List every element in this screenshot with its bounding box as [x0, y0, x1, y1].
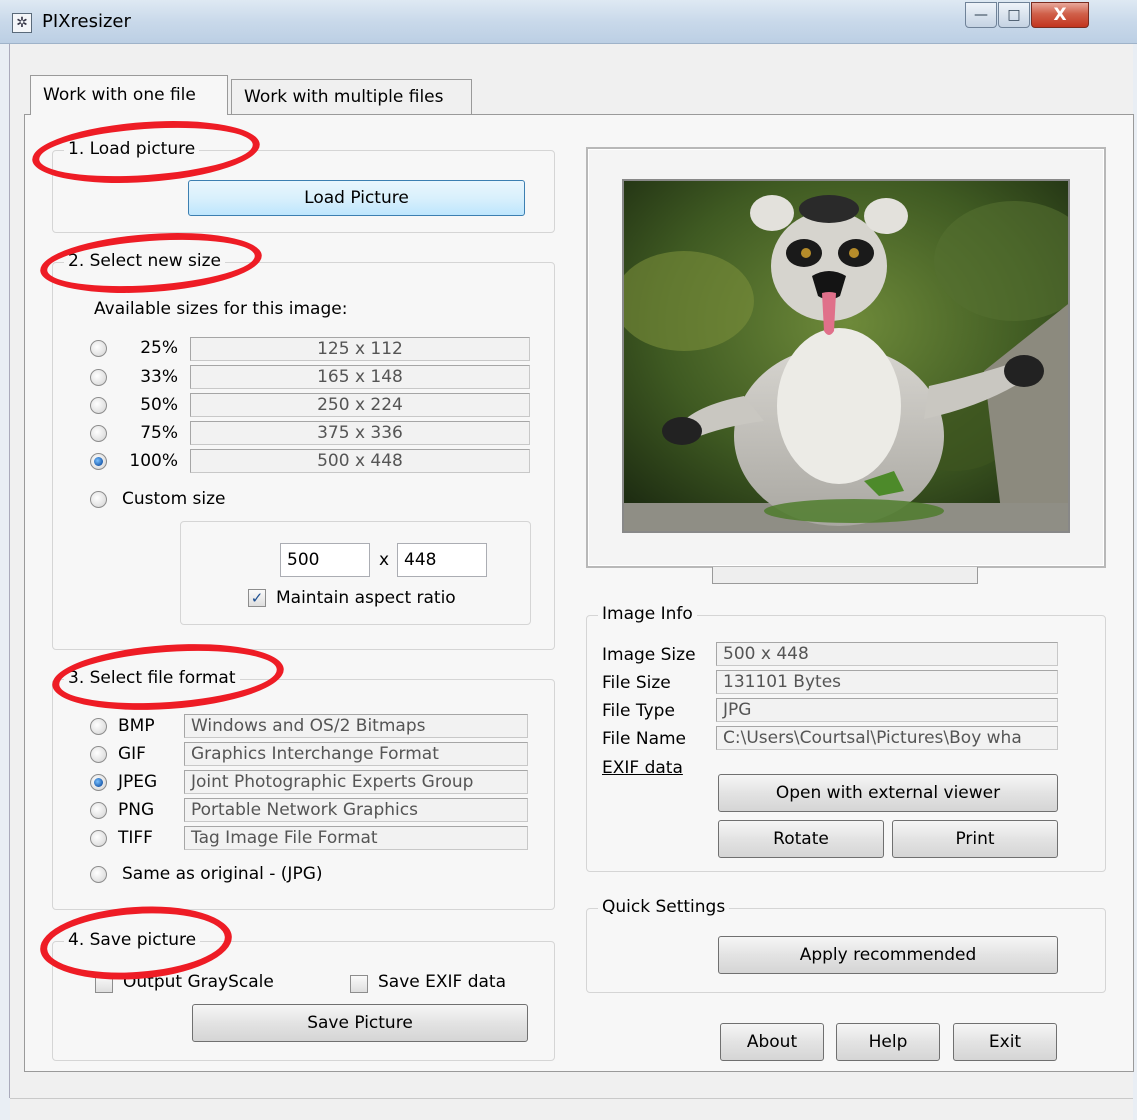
file-size-value: 131101 Bytes — [716, 670, 1058, 694]
format-same-as-original-radio[interactable] — [90, 866, 107, 883]
load-picture-button[interactable]: Load Picture — [188, 180, 525, 216]
close-button[interactable]: X — [1031, 2, 1089, 28]
tab-work-with-one-file[interactable]: Work with one file — [30, 75, 228, 115]
custom-width-input[interactable]: 500 — [280, 543, 370, 577]
format-png-description: Portable Network Graphics — [184, 798, 528, 822]
size-50-radio[interactable] — [90, 397, 107, 414]
format-jpeg-code: JPEG — [118, 772, 158, 792]
size-50-dimensions: 250 x 224 — [190, 393, 530, 417]
size-100-dimensions: 500 x 448 — [190, 449, 530, 473]
format-jpeg-radio[interactable] — [90, 774, 107, 791]
format-png-radio[interactable] — [90, 802, 107, 819]
custom-size-times: x — [379, 550, 390, 570]
format-png-code: PNG — [118, 800, 155, 820]
size-25-dimensions: 125 x 112 — [190, 337, 530, 361]
format-tiff-code: TIFF — [118, 828, 153, 848]
print-button[interactable]: Print — [892, 820, 1058, 858]
custom-size-radio[interactable] — [90, 491, 107, 508]
format-bmp-description: Windows and OS/2 Bitmaps — [184, 714, 528, 738]
app-icon[interactable]: ✲ — [12, 13, 32, 33]
image-size-value: 500 x 448 — [716, 642, 1058, 666]
size-25-percent: 25% — [140, 338, 178, 358]
save-exif-label: Save EXIF data — [378, 972, 507, 992]
size-75-radio[interactable] — [90, 425, 107, 442]
format-tiff-radio[interactable] — [90, 830, 107, 847]
file-size-label: File Size — [602, 673, 671, 693]
image-info-legend: Image Info — [598, 604, 697, 624]
file-type-value: JPG — [716, 698, 1058, 722]
maintain-aspect-label: Maintain aspect ratio — [276, 588, 456, 608]
format-gif-code: GIF — [118, 744, 146, 764]
size-75-percent: 75% — [140, 423, 178, 443]
custom-height-input[interactable]: 448 — [397, 543, 487, 577]
size-33-percent: 33% — [140, 367, 178, 387]
size-100-percent: 100% — [129, 451, 178, 471]
size-50-percent: 50% — [140, 395, 178, 415]
tab-work-with-multiple-files[interactable]: Work with multiple files — [231, 79, 472, 115]
open-external-viewer-button[interactable]: Open with external viewer — [718, 774, 1058, 812]
image-size-label: Image Size — [602, 645, 696, 665]
size-25-radio[interactable] — [90, 340, 107, 357]
size-75-dimensions: 375 x 336 — [190, 421, 530, 445]
exif-data-link[interactable]: EXIF data — [602, 758, 683, 778]
status-bar — [10, 1098, 1133, 1120]
size-33-dimensions: 165 x 148 — [190, 365, 530, 389]
custom-size-label: Custom size — [122, 489, 226, 509]
maximize-button[interactable]: □ — [998, 2, 1030, 28]
lemur-preview-image — [622, 179, 1070, 533]
format-tiff-description: Tag Image File Format — [184, 826, 528, 850]
format-gif-radio[interactable] — [90, 746, 107, 763]
format-bmp-code: BMP — [118, 716, 155, 736]
save-exif-checkbox[interactable] — [350, 975, 368, 993]
format-jpeg-description: Joint Photographic Experts Group — [184, 770, 528, 794]
size-33-radio[interactable] — [90, 369, 107, 386]
about-button[interactable]: About — [720, 1023, 824, 1061]
file-type-label: File Type — [602, 701, 675, 721]
save-picture-button[interactable]: Save Picture — [192, 1004, 528, 1042]
available-sizes-label: Available sizes for this image: — [94, 299, 348, 319]
minimize-button[interactable]: — — [965, 2, 997, 28]
file-name-value: C:\Users\Courtsal\Pictures\Boy wha — [716, 726, 1058, 750]
window-title: PIXresizer — [42, 11, 131, 32]
format-gif-description: Graphics Interchange Format — [184, 742, 528, 766]
quick-settings-legend: Quick Settings — [598, 897, 730, 917]
maintain-aspect-checkbox[interactable]: ✓ — [248, 589, 266, 607]
rotate-button[interactable]: Rotate — [718, 820, 884, 858]
preview-scrollbar[interactable] — [712, 567, 978, 584]
format-bmp-radio[interactable] — [90, 718, 107, 735]
file-name-label: File Name — [602, 729, 687, 749]
help-button[interactable]: Help — [836, 1023, 940, 1061]
format-same-as-original-label: Same as original - (JPG) — [122, 864, 323, 884]
exit-button[interactable]: Exit — [953, 1023, 1057, 1061]
apply-recommended-button[interactable]: Apply recommended — [718, 936, 1058, 974]
